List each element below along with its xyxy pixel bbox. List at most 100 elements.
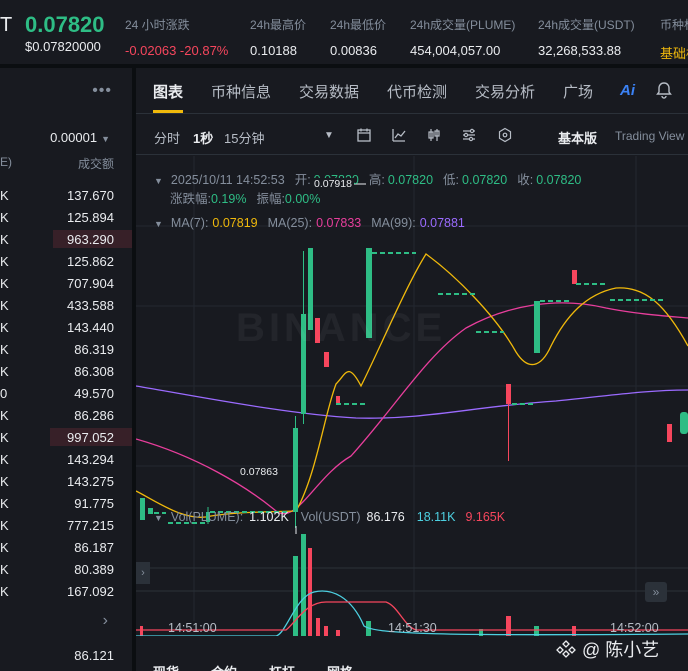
row-amount: 707.904 xyxy=(67,276,114,291)
binance-watermark: BINANCE xyxy=(236,306,447,350)
tab-token-check[interactable]: 代币检测 xyxy=(387,81,447,102)
hexagon-settings-icon[interactable] xyxy=(497,127,513,143)
table-row: K 80.389 xyxy=(0,558,132,580)
table-row: K 91.775 xyxy=(0,492,132,514)
row-amount: 167.092 xyxy=(67,584,114,599)
candle-type-icon[interactable] xyxy=(426,127,442,143)
time-label: 14:52:00 xyxy=(610,621,659,635)
calendar-icon[interactable] xyxy=(356,127,372,143)
row-quantity: K xyxy=(0,254,9,269)
stat-24h-volume-base: 24h成交量(PLUME) 454,004,057.00 xyxy=(410,18,516,58)
row-quantity: K xyxy=(0,584,9,599)
row-quantity: K xyxy=(0,496,9,511)
time-label: 14:51:30 xyxy=(388,621,437,635)
column-header-amount: 成交额 xyxy=(77,157,114,171)
row-quantity: K xyxy=(0,276,9,291)
row-amount: 143.294 xyxy=(67,452,114,467)
high-price-mark: 0.07918 xyxy=(312,178,354,190)
ma99-line xyxy=(136,385,688,419)
row-quantity: K xyxy=(0,298,9,313)
flat-candles xyxy=(154,252,666,524)
table-row: K 167.092 xyxy=(0,580,132,602)
expand-chevron-right-icon[interactable]: › xyxy=(136,562,150,584)
tab-trade-analysis[interactable]: 交易分析 xyxy=(475,81,535,102)
interval-time-sharing[interactable]: 分时 xyxy=(154,128,180,147)
last-price: 0.07820 xyxy=(25,12,105,37)
row-quantity: K xyxy=(0,408,9,423)
row-quantity: K xyxy=(0,430,9,445)
tab-grid[interactable]: 网格 xyxy=(327,662,353,671)
time-label: 14:51:00 xyxy=(168,621,217,635)
ai-icon[interactable]: Ai xyxy=(620,82,635,99)
table-row: K 143.294 xyxy=(0,448,132,470)
row-amount: 777.215 xyxy=(67,518,114,533)
row-amount: 997.052 xyxy=(67,430,114,445)
tab-coin-info[interactable]: 币种信息 xyxy=(211,81,271,102)
tab-margin[interactable]: 杠杆 xyxy=(269,662,295,671)
row-quantity: K xyxy=(0,562,9,577)
table-row: K 433.588 xyxy=(0,294,132,316)
row-amount: 80.389 xyxy=(74,562,114,577)
interval-1s[interactable]: 1秒 xyxy=(193,128,213,147)
watermark-credit: @ 陈小艺 xyxy=(556,636,659,662)
row-quantity: K xyxy=(0,232,9,247)
collapse-chevron-icon[interactable]: ▼ xyxy=(154,513,163,523)
row-amount: 137.670 xyxy=(67,188,114,203)
table-row: K 143.275 xyxy=(0,470,132,492)
row-amount: 86.308 xyxy=(74,364,114,379)
table-row: K 86.286 xyxy=(0,404,132,426)
version-basic[interactable]: 基本版 xyxy=(558,128,597,147)
row-quantity: K xyxy=(0,364,9,379)
table-row: K 707.904 xyxy=(0,272,132,294)
low-price-mark: 0.07863 xyxy=(240,466,278,478)
tab-spot[interactable]: 现货 xyxy=(153,662,179,671)
row-amount: 86.286 xyxy=(74,408,114,423)
collapse-chevron-icon[interactable]: ▼ xyxy=(154,219,163,229)
stat-24h-change: 24 小时涨跌 -0.02063 -20.87% xyxy=(125,18,229,58)
row-amount: 143.275 xyxy=(67,474,114,489)
collapse-chevron-icon[interactable]: ▼ xyxy=(154,176,163,186)
tab-square[interactable]: 广场 xyxy=(563,81,593,102)
table-row: K 137.670 xyxy=(0,184,132,206)
row-amount: 433.588 xyxy=(67,298,114,313)
table-row: K 143.440 xyxy=(0,316,132,338)
table-row: K 86.187 xyxy=(0,536,132,558)
tab-chart[interactable]: 图表 xyxy=(153,81,183,102)
layout-settings-icon[interactable] xyxy=(461,127,477,143)
scroll-to-latest-icon[interactable]: » xyxy=(645,582,667,602)
more-options-icon[interactable]: ••• xyxy=(92,82,112,100)
row-amount: 125.894 xyxy=(67,210,114,225)
stat-24h-low: 24h最低价 0.00836 xyxy=(330,18,387,58)
row-amount: 86.187 xyxy=(74,540,114,555)
row-amount: 86.319 xyxy=(74,342,114,357)
row-quantity: K xyxy=(0,452,9,467)
stat-token-tag[interactable]: 币种标 基础标 xyxy=(660,16,688,62)
binance-logo-icon xyxy=(556,640,576,658)
indicator-icon[interactable] xyxy=(391,127,407,143)
table-row: K 125.862 xyxy=(0,250,132,272)
ohlc-readout: ▼2025/10/11 14:52:53开:0.07820高:0.07820低:… xyxy=(154,173,582,187)
row-quantity: 0 xyxy=(0,386,8,401)
ma-readout: ▼ MA(7): 0.07819 MA(25): 0.07833 MA(99): 0.078… xyxy=(154,216,465,230)
interval-dropdown-chevron-down-icon[interactable]: ▼ xyxy=(324,130,334,141)
version-tradingview[interactable]: Trading View xyxy=(615,129,684,143)
tab-trade-data[interactable]: 交易数据 xyxy=(299,81,359,102)
chevron-right-icon[interactable]: › xyxy=(103,612,108,630)
row-quantity: K xyxy=(0,342,9,357)
tab-futures[interactable]: 合约 xyxy=(211,662,237,671)
table-row: K 86.308 xyxy=(0,360,132,382)
row-quantity: K xyxy=(0,518,9,533)
table-row: K 997.052 xyxy=(0,426,132,448)
trade-history-panel: ••• 0.00001 ▼ E) 成交额 K 137.670 K 125.894 K 963… xyxy=(0,68,132,671)
row-amount: 143.440 xyxy=(67,320,114,335)
row-quantity: K xyxy=(0,320,9,335)
row-quantity: K xyxy=(0,474,9,489)
row-amount: 49.570 xyxy=(74,386,114,401)
bell-icon[interactable] xyxy=(654,80,674,100)
active-tab-indicator xyxy=(153,110,183,113)
pair-name[interactable]: T xyxy=(0,14,12,37)
precision-select[interactable]: 0.00001 ▼ xyxy=(50,130,110,145)
row-amount: 125.862 xyxy=(67,254,114,269)
table-row: K 777.215 xyxy=(0,514,132,536)
interval-15m[interactable]: 15分钟 xyxy=(224,128,264,147)
